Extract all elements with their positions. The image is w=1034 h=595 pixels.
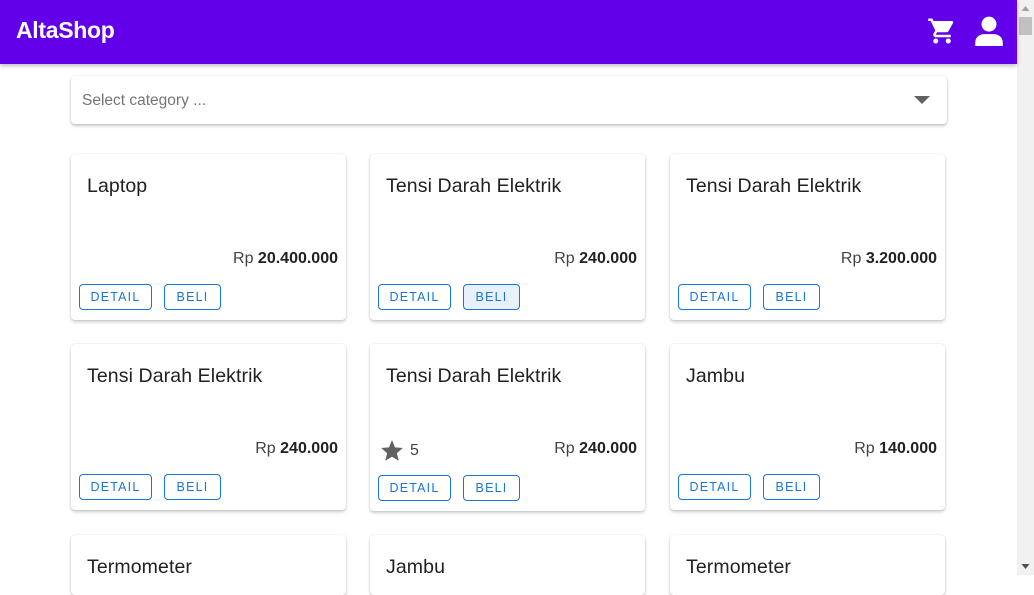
product-card: Laptop Rp 20.400.000 DETAIL BELI <box>71 154 346 320</box>
product-name: Jambu <box>686 365 746 387</box>
detail-button[interactable]: DETAIL <box>678 284 751 310</box>
detail-button[interactable]: DETAIL <box>378 475 451 501</box>
product-name: Tensi Darah Elektrik <box>386 365 562 387</box>
product-name: Termometer <box>686 556 792 578</box>
buy-button[interactable]: BELI <box>463 475 520 501</box>
product-name: Jambu <box>386 556 446 578</box>
product-name: Laptop <box>87 175 148 197</box>
scroll-up-arrow-icon[interactable] <box>1017 0 1034 17</box>
product-card: Termometer <box>71 535 346 595</box>
product-rating: 5 <box>379 438 419 464</box>
product-price: Rp 140.000 <box>854 440 937 457</box>
product-price: Rp 240.000 <box>554 250 637 267</box>
dropdown-arrow-icon[interactable] <box>914 96 930 104</box>
detail-button[interactable]: DETAIL <box>79 474 152 500</box>
product-price: Rp 20.400.000 <box>233 250 338 267</box>
detail-button[interactable]: DETAIL <box>79 284 152 310</box>
product-name: Termometer <box>87 556 193 578</box>
buy-button[interactable]: BELI <box>164 284 221 310</box>
product-card: Tensi Darah Elektrik 5 Rp 240.000 DETAIL… <box>370 344 645 511</box>
category-select-placeholder: Select category ... <box>82 92 207 109</box>
app-title[interactable]: AltaShop <box>16 17 115 44</box>
product-card: Jambu <box>370 535 645 595</box>
buy-button[interactable]: BELI <box>164 474 221 500</box>
scroll-down-arrow-icon[interactable] <box>1017 558 1034 575</box>
account-icon[interactable] <box>975 16 1005 48</box>
product-card: Termometer <box>670 535 945 595</box>
product-price: Rp 3.200.000 <box>840 250 937 267</box>
scrollbar-thumb[interactable] <box>1019 17 1032 35</box>
product-name: Tensi Darah Elektrik <box>686 175 862 197</box>
buy-button[interactable]: BELI <box>463 284 520 310</box>
category-select[interactable]: Select category ... <box>71 76 947 124</box>
product-name: Tensi Darah Elektrik <box>386 175 562 197</box>
product-card: Jambu Rp 140.000 DETAIL BELI <box>670 344 945 510</box>
detail-button[interactable]: DETAIL <box>678 474 751 500</box>
page-scrollbar[interactable] <box>1017 0 1034 575</box>
rating-value: 5 <box>410 442 419 459</box>
star-icon <box>381 440 403 461</box>
product-card: Tensi Darah Elektrik Rp 240.000 DETAIL B… <box>370 154 645 320</box>
cart-icon[interactable] <box>927 16 957 48</box>
buy-button[interactable]: BELI <box>763 284 820 310</box>
product-card: Tensi Darah Elektrik Rp 3.200.000 DETAIL… <box>670 154 945 320</box>
product-price: Rp 240.000 <box>554 440 637 457</box>
buy-button[interactable]: BELI <box>763 474 820 500</box>
product-name: Tensi Darah Elektrik <box>87 365 263 387</box>
product-price: Rp 240.000 <box>255 440 338 457</box>
detail-button[interactable]: DETAIL <box>378 284 451 310</box>
app-bar: AltaShop <box>0 0 1017 64</box>
product-card: Tensi Darah Elektrik Rp 240.000 DETAIL B… <box>71 344 346 510</box>
